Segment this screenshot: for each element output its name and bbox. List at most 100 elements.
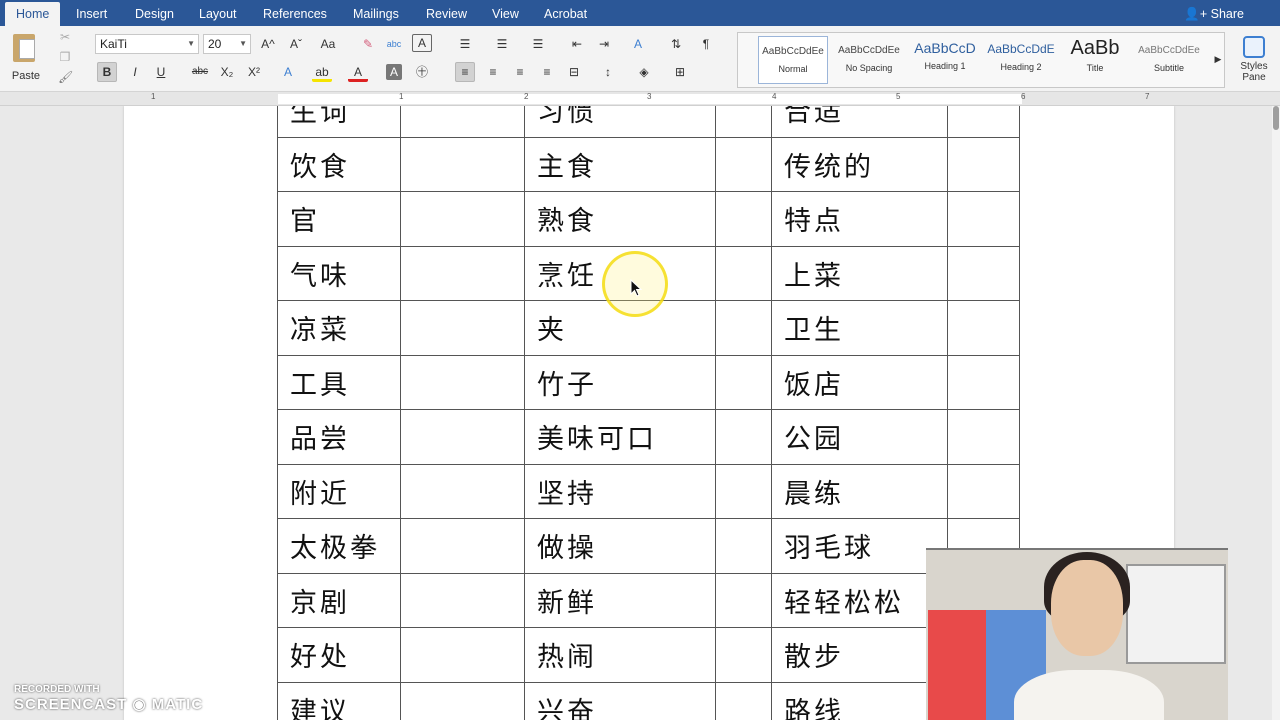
align-right-button[interactable]: ≡: [510, 62, 530, 82]
show-formatting-icon[interactable]: ¶: [696, 34, 716, 54]
vocab-word-cell[interactable]: 凉菜: [277, 300, 401, 356]
vocab-word-cell[interactable]: 美味可口: [524, 409, 716, 465]
empty-answer-cell[interactable]: [715, 463, 772, 519]
empty-answer-cell[interactable]: [400, 409, 525, 465]
tab-design[interactable]: Design: [135, 0, 174, 26]
numbering-icon[interactable]: ☰: [492, 34, 512, 54]
clear-formatting-icon[interactable]: ✎: [358, 34, 378, 54]
empty-answer-cell[interactable]: [715, 245, 772, 301]
paste-button[interactable]: Paste: [6, 30, 50, 86]
vocab-word-cell[interactable]: 热闹: [524, 627, 716, 683]
vocab-word-cell[interactable]: 好处: [277, 627, 401, 683]
vocab-word-cell[interactable]: 饭店: [771, 354, 948, 410]
vocab-word-cell[interactable]: 饮食: [277, 136, 401, 192]
highlight-color-icon[interactable]: ab: [312, 62, 332, 82]
empty-answer-cell[interactable]: [947, 354, 1020, 410]
empty-answer-cell[interactable]: [715, 191, 772, 247]
empty-answer-cell[interactable]: [400, 463, 525, 519]
vocab-word-cell[interactable]: 附近: [277, 463, 401, 519]
chevron-right-icon[interactable]: ▶: [1208, 49, 1228, 69]
change-case-button[interactable]: Aa: [318, 34, 338, 54]
empty-answer-cell[interactable]: [715, 300, 772, 356]
style-no-spacing[interactable]: AaBbCcDdEe No Spacing: [834, 36, 904, 84]
empty-answer-cell[interactable]: [400, 300, 525, 356]
borders-icon[interactable]: ⊞: [670, 62, 690, 82]
vocab-word-cell[interactable]: 气味: [277, 245, 401, 301]
empty-answer-cell[interactable]: [947, 300, 1020, 356]
underline-button[interactable]: U: [151, 62, 171, 82]
tab-view[interactable]: View: [492, 0, 519, 26]
tab-insert[interactable]: Insert: [76, 0, 107, 26]
vocab-word-cell[interactable]: 公园: [771, 409, 948, 465]
empty-answer-cell[interactable]: [400, 572, 525, 628]
empty-answer-cell[interactable]: [400, 518, 525, 574]
vocab-word-cell[interactable]: 轻轻松松: [771, 572, 948, 628]
align-left-button[interactable]: ≡: [455, 62, 475, 82]
vocab-word-cell[interactable]: 京剧: [277, 572, 401, 628]
empty-answer-cell[interactable]: [947, 106, 1020, 138]
distributed-button[interactable]: ⊟: [564, 62, 584, 82]
style-title[interactable]: AaBb Title: [1060, 36, 1130, 84]
empty-answer-cell[interactable]: [400, 681, 525, 720]
empty-answer-cell[interactable]: [400, 191, 525, 247]
empty-answer-cell[interactable]: [947, 463, 1020, 519]
vocab-word-cell[interactable]: 竹子: [524, 354, 716, 410]
asian-layout-icon[interactable]: A: [628, 34, 648, 54]
style-heading-2[interactable]: AaBbCcDdE Heading 2: [986, 36, 1056, 84]
vocab-word-cell[interactable]: 合适: [771, 106, 948, 138]
vocabulary-table[interactable]: 生词 习惯 合适 饮食 主食 传统的官熟食 特点 气味 烹饪 上菜 凉菜夹卫生 工具 竹子 饭店 品尝 美味可…: [277, 106, 1020, 720]
vocab-word-cell[interactable]: 熟食: [524, 191, 716, 247]
justify-button[interactable]: ≡: [537, 62, 557, 82]
empty-answer-cell[interactable]: [715, 106, 772, 138]
tab-layout[interactable]: Layout: [199, 0, 237, 26]
empty-answer-cell[interactable]: [400, 627, 525, 683]
empty-answer-cell[interactable]: [715, 409, 772, 465]
character-shading-icon[interactable]: A: [386, 64, 402, 80]
vocab-word-cell[interactable]: 上菜: [771, 245, 948, 301]
tab-mailings[interactable]: Mailings: [353, 0, 399, 26]
vocab-word-cell[interactable]: 建议: [277, 681, 401, 720]
tab-references[interactable]: References: [263, 0, 327, 26]
text-effects-icon[interactable]: A: [278, 62, 298, 82]
empty-answer-cell[interactable]: [715, 354, 772, 410]
empty-answer-cell[interactable]: [947, 136, 1020, 192]
empty-answer-cell[interactable]: [400, 136, 525, 192]
style-normal[interactable]: AaBbCcDdEe Normal: [758, 36, 828, 84]
cut-icon[interactable]: ✂: [58, 30, 72, 44]
vocab-word-cell[interactable]: 品尝: [277, 409, 401, 465]
align-center-button[interactable]: ≡: [483, 62, 503, 82]
vocab-word-cell[interactable]: 工具: [277, 354, 401, 410]
shading-icon[interactable]: ◈: [634, 62, 654, 82]
empty-answer-cell[interactable]: [947, 245, 1020, 301]
empty-answer-cell[interactable]: [400, 245, 525, 301]
styles-pane-button[interactable]: Styles Pane: [1232, 32, 1276, 88]
superscript-button[interactable]: X²: [244, 62, 264, 82]
phonetic-guide-icon[interactable]: abc: [384, 34, 404, 54]
empty-answer-cell[interactable]: [947, 409, 1020, 465]
vocab-word-cell[interactable]: 生词: [277, 106, 401, 138]
horizontal-ruler[interactable]: 1 1 2 3 4 5 6 7: [0, 92, 1280, 106]
vertical-scrollbar[interactable]: [1272, 106, 1280, 720]
vocab-word-cell[interactable]: 坚持: [524, 463, 716, 519]
vocab-word-cell[interactable]: 卫生: [771, 300, 948, 356]
italic-button[interactable]: I: [125, 62, 145, 82]
format-painter-icon[interactable]: 🖌: [58, 70, 73, 84]
font-color-icon[interactable]: A: [348, 62, 368, 82]
copy-icon[interactable]: ❐: [58, 50, 72, 64]
vocab-word-cell[interactable]: 散步: [771, 627, 948, 683]
subscript-button[interactable]: X₂: [217, 62, 237, 82]
tab-acrobat[interactable]: Acrobat: [544, 0, 587, 26]
sort-icon[interactable]: ⇅: [666, 34, 686, 54]
empty-answer-cell[interactable]: [400, 354, 525, 410]
empty-answer-cell[interactable]: [715, 136, 772, 192]
empty-answer-cell[interactable]: [715, 681, 772, 720]
vocab-word-cell[interactable]: 官: [277, 191, 401, 247]
font-size-dropdown[interactable]: 20 ▼: [203, 34, 251, 54]
bold-button[interactable]: B: [97, 62, 117, 82]
vocab-word-cell[interactable]: 兴奋: [524, 681, 716, 720]
vocab-word-cell[interactable]: 晨练: [771, 463, 948, 519]
share-button[interactable]: 👤+ Share: [1184, 0, 1244, 26]
tab-home[interactable]: Home: [5, 2, 61, 26]
scrollbar-thumb[interactable]: [1273, 106, 1279, 130]
vocab-word-cell[interactable]: 太极拳: [277, 518, 401, 574]
